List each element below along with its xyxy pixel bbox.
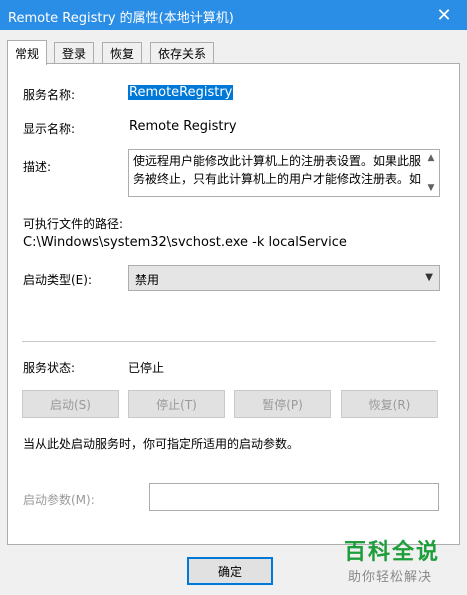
service-name-label: 服务名称: [23,88,76,102]
window-title: Remote Registry 的属性(本地计算机) [8,11,234,26]
description-scrollbar[interactable]: ▲ ▼ [423,150,439,196]
tab-recovery[interactable]: 恢复 [102,42,143,64]
display-name-label: 显示名称: [23,122,76,136]
start-params-input[interactable] [149,483,439,511]
close-icon[interactable]: ✕ [421,0,467,30]
start-params-label: 启动参数(M): [23,493,95,507]
startup-type-select[interactable]: 禁用 ▼ [128,265,440,291]
tab-logon[interactable]: 登录 [54,42,95,64]
service-status-label: 服务状态: [23,361,76,375]
service-name-value[interactable]: RemoteRegistry [128,85,234,100]
startup-type-label: 启动类型(E): [23,273,92,287]
tab-label: 常规 [15,46,40,61]
start-params-hint: 当从此处启动服务时，你可指定所适用的启动参数。 [23,437,300,451]
tab-label: 依存关系 [158,47,207,61]
tab-strip: 常规 登录 恢复 依存关系 [7,40,460,65]
chevron-down-icon: ▼ [425,272,433,283]
exe-path-label: 可执行文件的路径: [23,217,124,231]
scroll-up-icon[interactable]: ▲ [423,150,439,166]
exe-path-value: C:\Windows\system32\svchost.exe -k local… [23,235,347,250]
tab-general[interactable]: 常规 [7,40,48,65]
resume-button[interactable]: 恢复(R) [341,390,438,418]
divider [22,341,436,342]
title-bar: Remote Registry 的属性(本地计算机) ✕ [0,0,467,30]
start-button[interactable]: 启动(S) [22,390,119,418]
scroll-down-icon[interactable]: ▼ [423,180,439,196]
display-name-value[interactable]: Remote Registry [129,119,237,134]
pause-button[interactable]: 暂停(P) [234,390,331,418]
description-text: 使远程用户能修改此计算机上的注册表设置。如果此服务被终止，只有此计算机上的用户才… [133,154,421,186]
service-name-text: RemoteRegistry [128,85,234,100]
stop-button[interactable]: 停止(T) [128,390,225,418]
startup-type-value: 禁用 [135,273,160,287]
ok-button[interactable]: 确定 [187,557,273,585]
service-status-value: 已停止 [128,361,165,375]
tab-dependencies[interactable]: 依存关系 [150,42,215,64]
general-panel: 服务名称: RemoteRegistry 显示名称: Remote Regist… [7,63,460,545]
description-box[interactable]: 使远程用户能修改此计算机上的注册表设置。如果此服务被终止，只有此计算机上的用户才… [128,149,440,197]
tab-label: 恢复 [110,47,135,61]
tab-label: 登录 [62,47,87,61]
watermark-sub-text: 助你轻松解决 [348,570,433,585]
description-label: 描述: [23,160,52,174]
